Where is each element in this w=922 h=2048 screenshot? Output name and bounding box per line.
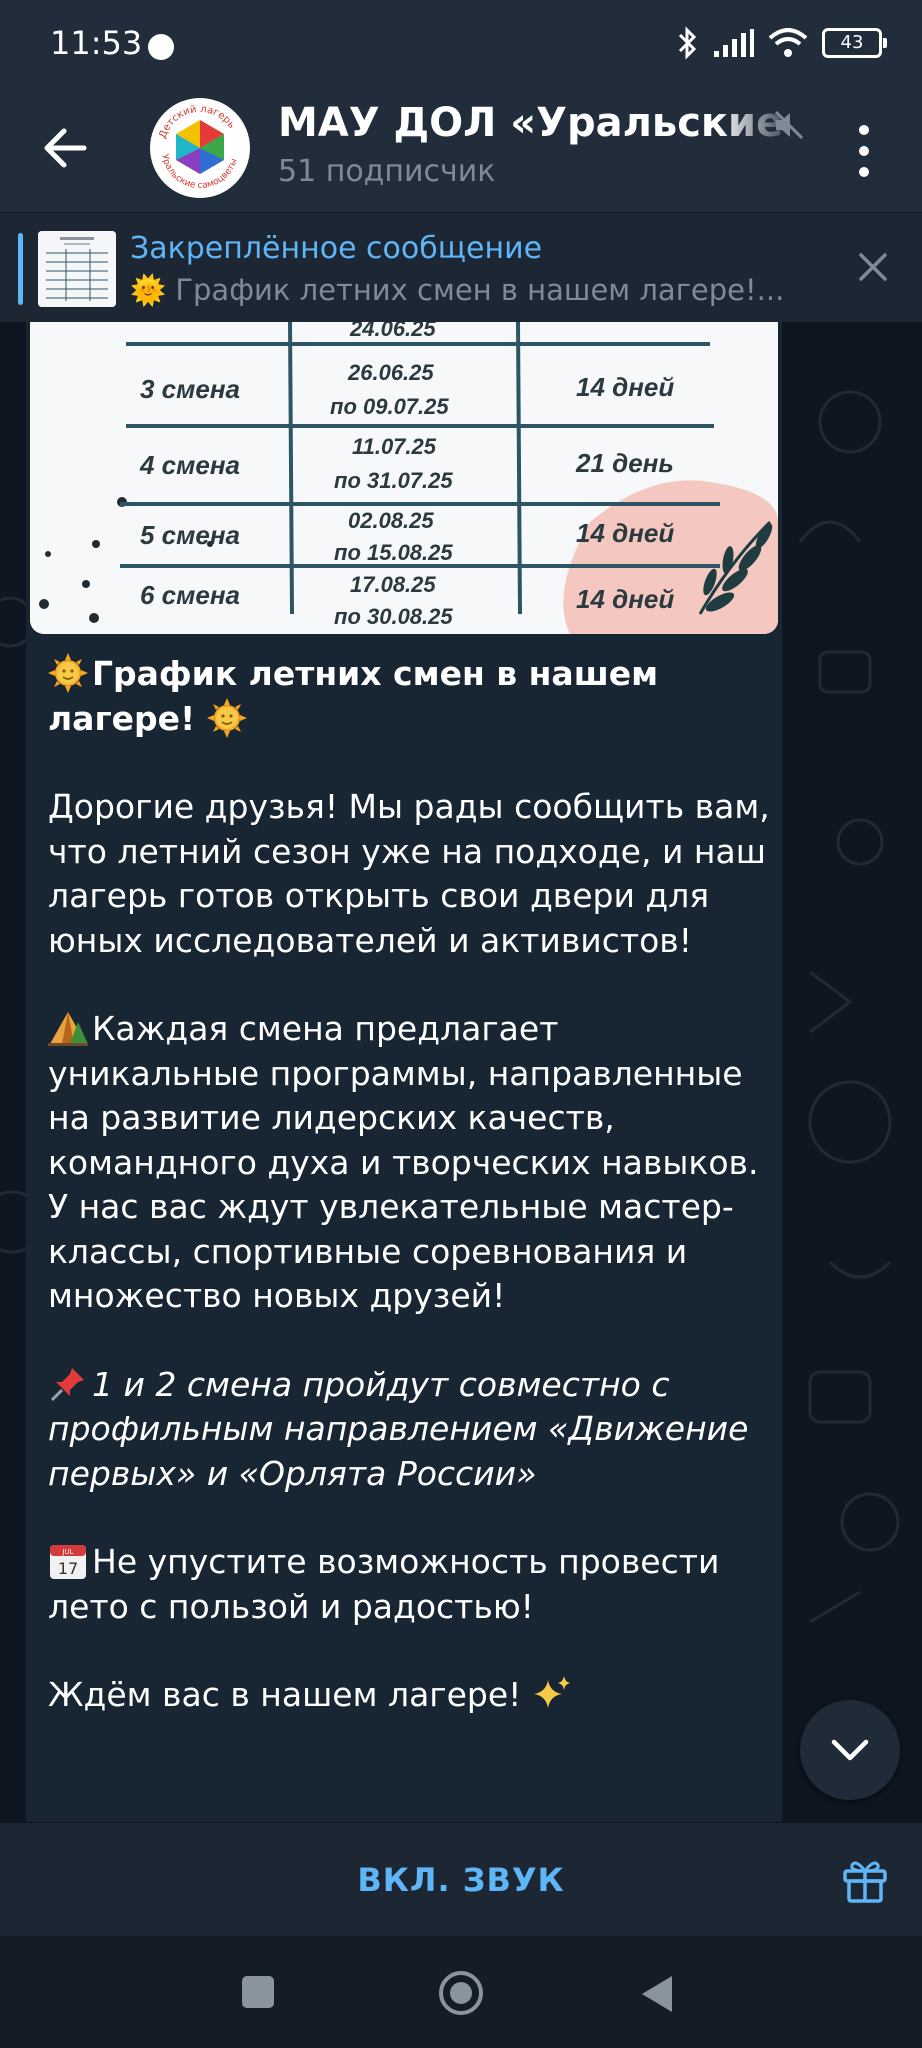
close-icon[interactable] (856, 250, 890, 284)
status-icons: 43 (676, 26, 887, 60)
nav-back-triangle-icon[interactable] (640, 1974, 676, 2014)
post-paragraph-5: Ждём вас в нашем лагере! (48, 1673, 778, 1718)
pinned-thumbnail (38, 231, 116, 307)
calendar-emoji-icon: JUL 17 (50, 1545, 86, 1579)
svg-text:JUL: JUL (61, 1548, 73, 1556)
shift5-days: 14 дней (576, 518, 674, 548)
notification-dot-icon (148, 34, 174, 60)
post-paragraph-4: JUL 17 Не упустите возможность провести … (48, 1540, 778, 1629)
chevron-down-icon (831, 1739, 869, 1761)
shift5-end: по 15.08.25 (334, 540, 453, 565)
recents-button[interactable] (242, 1976, 274, 2008)
post-paragraph-3-text: 1 и 2 смена пройдут совместно с профильн… (48, 1364, 749, 1493)
pushpin-emoji-icon (50, 1367, 84, 1401)
avatar-logo-icon: Детский лагерь Уральские самоцветы (152, 100, 248, 196)
sun-emoji-icon (206, 697, 247, 738)
shift4-end: по 31.07.25 (334, 468, 453, 493)
signal-icon (714, 29, 754, 57)
pinned-indicator (18, 233, 23, 305)
post-heading: График летних смен в нашем лагере! (48, 652, 778, 741)
shift6-days: 14 дней (576, 584, 674, 614)
bottom-action-bar: ВКЛ. ЗВУК (0, 1822, 922, 1937)
system-nav-bar (0, 1936, 922, 2048)
post-paragraph-2: Каждая смена предлагает уникальные прогр… (48, 1007, 778, 1319)
shift3-start: 26.06.25 (347, 360, 434, 385)
shift4-start: 11.07.25 (352, 434, 437, 459)
channel-title[interactable]: МАУ ДОЛ «Уральские самоцветы» (278, 100, 798, 146)
status-time: 11:53 (50, 24, 143, 62)
speaker-muted-icon (774, 110, 804, 140)
channel-avatar[interactable]: Детский лагерь Уральские самоцветы (150, 98, 250, 198)
shift4-label: 4 смена (139, 450, 240, 480)
schedule-image[interactable]: 24.06.25 3 смена 26.06.25 по 09.07.25 14… (30, 322, 778, 634)
channel-post[interactable]: 24.06.25 3 смена 26.06.25 по 09.07.25 14… (26, 322, 782, 1822)
post-paragraph-4-text: Не упустите возможность провести лето с … (48, 1542, 720, 1626)
shift5-start: 02.08.25 (348, 508, 434, 533)
back-arrow-icon[interactable] (36, 118, 96, 178)
shift6-start: 17.08.25 (350, 572, 436, 597)
home-button-icon[interactable] (436, 1968, 486, 2018)
pinned-message-bar[interactable]: Закреплённое сообщение 🌞 График летних с… (0, 212, 922, 323)
gift-icon[interactable] (840, 1855, 890, 1905)
post-text: График летних смен в нашем лагере! Дорог… (48, 652, 778, 1718)
shift3-end: по 09.07.25 (330, 394, 449, 419)
post-paragraph-5-text: Ждём вас в нашем лагере! (48, 1675, 522, 1714)
svg-text:17: 17 (58, 1559, 78, 1578)
tent-emoji-icon (48, 1012, 88, 1046)
shift3-label: 3 смена (140, 374, 240, 404)
shift6-label: 6 смена (140, 580, 240, 610)
sparkles-emoji-icon (533, 1676, 570, 1708)
shift3-days: 14 дней (576, 372, 674, 402)
subscriber-count: 51 подписчик (278, 154, 496, 189)
wifi-icon (768, 28, 808, 57)
post-heading-text: График летних смен в нашем лагере! (48, 654, 659, 738)
shift2-date: 24.06.25 (349, 322, 436, 341)
status-bar: 11:53 43 (0, 0, 922, 92)
chat-area[interactable]: 24.06.25 3 смена 26.06.25 по 09.07.25 14… (0, 322, 922, 1822)
sun-emoji-icon (48, 653, 88, 693)
post-paragraph-1: Дорогие друзья! Мы рады сообщить вам, чт… (48, 787, 770, 960)
pinned-label: Закреплённое сообщение (130, 231, 543, 266)
pinned-preview-text: 🌞 График летних смен в нашем лагере!... (130, 273, 785, 307)
scroll-down-button[interactable] (800, 1700, 900, 1800)
battery-indicator: 43 (822, 28, 887, 58)
chat-header: Детский лагерь Уральские самоцветы МАУ Д… (0, 92, 922, 212)
shift6-end: по 30.08.25 (334, 604, 453, 629)
more-vertical-icon[interactable] (852, 116, 876, 186)
unmute-button[interactable]: ВКЛ. ЗВУК (0, 1823, 922, 1937)
bluetooth-icon (678, 26, 697, 60)
post-paragraph-3: 1 и 2 смена пройдут совместно с профильн… (48, 1363, 778, 1497)
shift5-label: 5 смена (140, 520, 240, 550)
post-paragraph-2-text: Каждая смена предлагает уникальные прогр… (48, 1009, 759, 1315)
shift4-days: 21 день (575, 448, 674, 478)
